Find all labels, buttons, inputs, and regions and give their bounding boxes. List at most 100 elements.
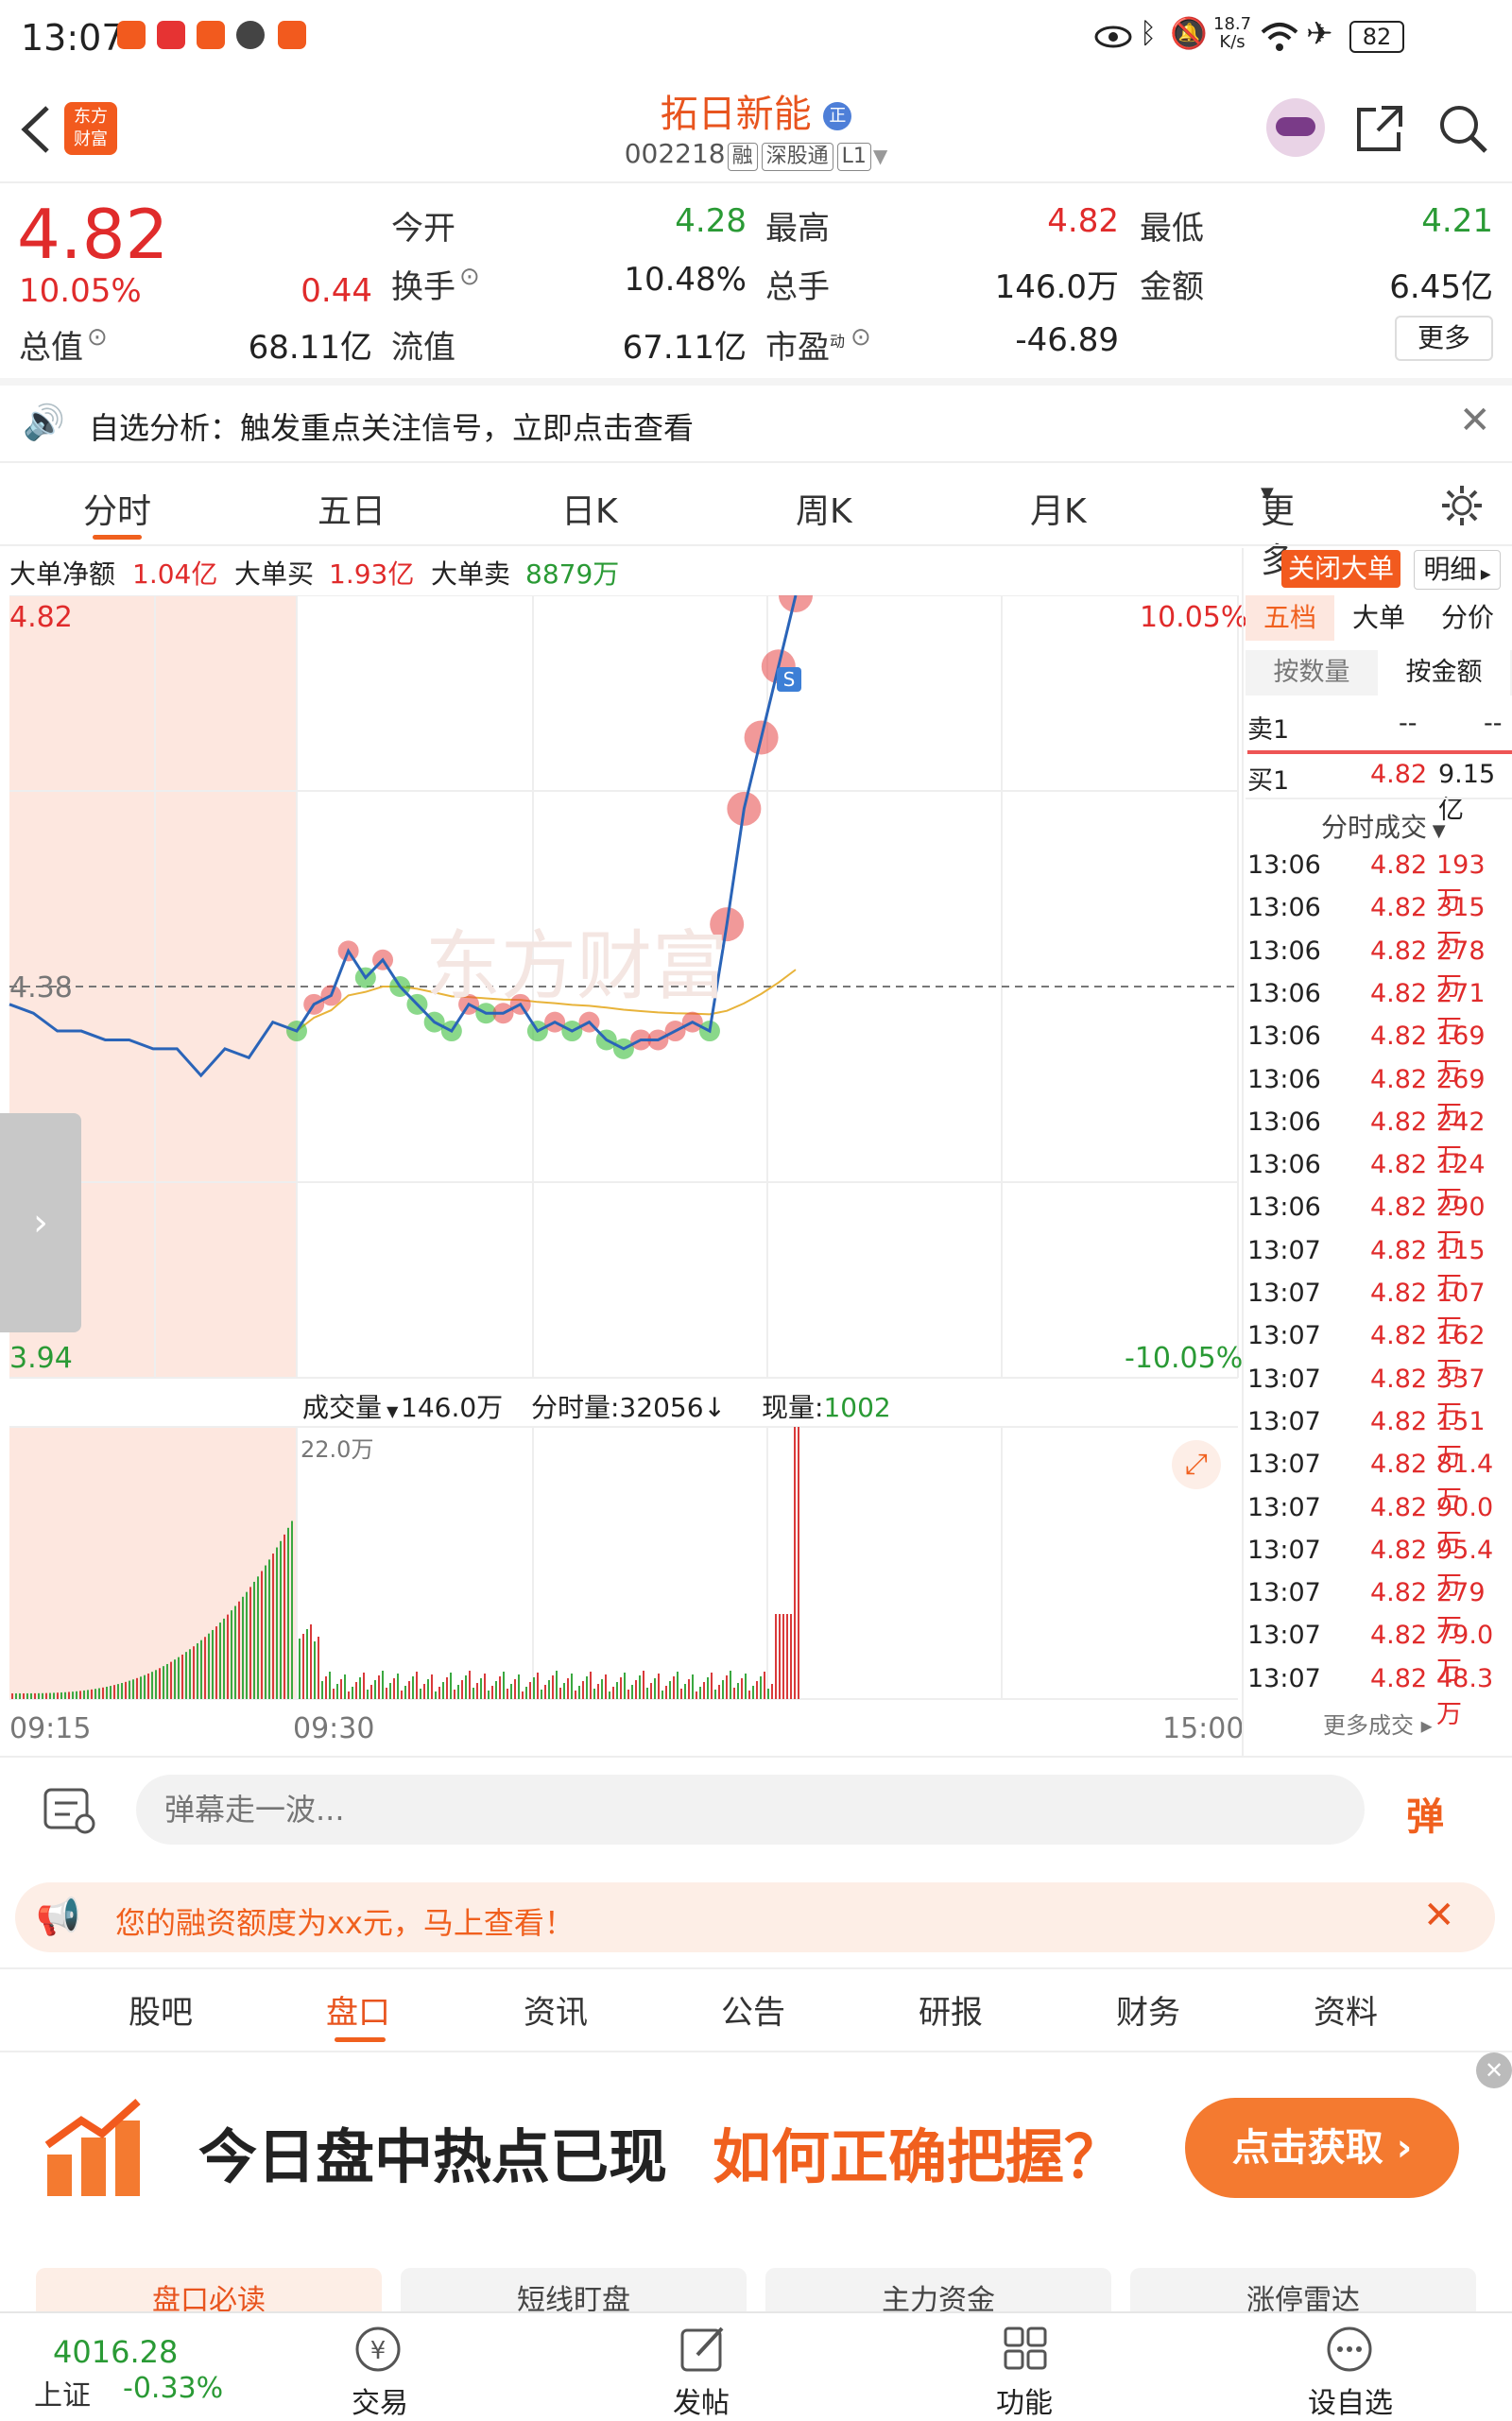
- trade-row: 13:06 4.82 290万: [1247, 1193, 1506, 1258]
- tab-daily-k[interactable]: 日K: [561, 484, 618, 533]
- ad-headline-highlight: 如何正确把握？: [713, 2122, 1124, 2191]
- volume-selector[interactable]: 成交量 ▼: [302, 1387, 398, 1425]
- volume-bar: [711, 1673, 713, 1699]
- volume-bar: [106, 1686, 108, 1699]
- info-icon[interactable]: ⊙: [87, 323, 108, 352]
- volume-bar: [208, 1633, 210, 1699]
- trade-row: 13:06 4.82 124万: [1247, 1150, 1506, 1215]
- intraday-chart[interactable]: 东方财富 4.82 4.38 3.94 10.05% -10.05% S › 成…: [0, 595, 1247, 1758]
- stock-code: 002218: [624, 138, 726, 169]
- tab-announcements[interactable]: 公告: [721, 1986, 785, 2033]
- volume-bar: [287, 1527, 289, 1699]
- app-notification-icon: [197, 21, 225, 49]
- tab-by-quantity[interactable]: 按数量: [1246, 650, 1378, 695]
- volume-bar: [684, 1684, 686, 1699]
- fullscreen-icon[interactable]: ⤢: [1172, 1440, 1221, 1489]
- search-icon[interactable]: [1436, 102, 1489, 155]
- y-axis-mid: 4.38: [9, 971, 73, 1004]
- battery-icon: 82: [1349, 21, 1404, 53]
- nav-functions[interactable]: 功能: [996, 2379, 1053, 2421]
- volume-bar: [654, 1678, 656, 1699]
- notice-bar[interactable]: 🔊 自选分析：触发重点关注信号，立即点击查看 ✕: [0, 386, 1512, 461]
- trade-row: 13:07 4.82 279万: [1247, 1578, 1506, 1643]
- volume-bar: [544, 1685, 546, 1699]
- volume-bar: [669, 1681, 671, 1699]
- tab-big-order[interactable]: 大单: [1334, 595, 1423, 641]
- eye-icon: [1094, 26, 1132, 48]
- tab-guba[interactable]: 股吧: [129, 1986, 193, 2033]
- tab-research[interactable]: 研报: [919, 1986, 983, 2033]
- open-label: 今开: [391, 210, 455, 248]
- nav-add-watchlist[interactable]: 设自选: [1308, 2379, 1393, 2421]
- settings-gear-icon[interactable]: [1440, 484, 1484, 527]
- volume-bar: [507, 1689, 508, 1699]
- volume-bar: [170, 1661, 172, 1699]
- volume-bar: [412, 1676, 414, 1699]
- info-icon[interactable]: ⊙: [850, 323, 871, 352]
- more-trades-link[interactable]: 更多成交 ▸: [1323, 1707, 1433, 1740]
- volume-bar: [42, 1692, 43, 1699]
- tab-profile[interactable]: 资料: [1314, 1986, 1378, 2033]
- tab-order-book[interactable]: 盘口: [326, 1986, 390, 2033]
- volume-bar: [60, 1692, 62, 1699]
- volume-bar: [484, 1674, 486, 1699]
- volume-bar: [64, 1691, 66, 1699]
- get-now-button[interactable]: 点击获取 ›: [1185, 2098, 1459, 2198]
- volume-bar: [102, 1687, 104, 1699]
- share-icon[interactable]: [1353, 102, 1406, 155]
- volume-bar: [764, 1672, 765, 1699]
- volume-bar: [38, 1692, 40, 1699]
- sell-marker-icon[interactable]: S: [777, 667, 801, 692]
- tab-intraday[interactable]: 分时: [83, 484, 151, 533]
- volume-bar: [503, 1672, 505, 1699]
- close-ad-icon[interactable]: ✕: [1476, 2052, 1512, 2088]
- volume-bar: [707, 1677, 709, 1699]
- assistant-avatar[interactable]: [1266, 98, 1325, 157]
- tab-finance[interactable]: 财务: [1116, 1986, 1180, 2033]
- trade-time: 13:06: [1247, 1193, 1321, 1223]
- volume-bar: [593, 1689, 595, 1699]
- tab-five-level[interactable]: 五档: [1246, 595, 1334, 641]
- volume-bar: [359, 1677, 361, 1699]
- comment-input[interactable]: [136, 1775, 1365, 1845]
- dropdown-icon[interactable]: ▼: [873, 145, 887, 167]
- expand-side-handle[interactable]: ›: [0, 1113, 81, 1332]
- close-icon[interactable]: ✕: [1423, 1894, 1455, 1937]
- tab-price-dist[interactable]: 分价: [1423, 595, 1512, 641]
- volume-bar: [423, 1684, 425, 1699]
- volume-bar: [627, 1690, 629, 1699]
- level-tag: L1: [836, 143, 871, 171]
- tab-five-day[interactable]: 五日: [318, 484, 386, 533]
- functions-grid-icon[interactable]: [1000, 2323, 1053, 2376]
- volume-bar: [219, 1623, 221, 1699]
- last-price: 4.82: [17, 195, 169, 274]
- send-danmaku-button[interactable]: 弹: [1406, 1786, 1444, 1841]
- close-icon[interactable]: ✕: [1459, 399, 1491, 442]
- volume-bar: [242, 1596, 244, 1699]
- add-watchlist-icon[interactable]: [1323, 2323, 1376, 2376]
- info-icon[interactable]: ⊙: [459, 263, 480, 291]
- finance-banner[interactable]: 📢 您的融资额度为xx元，马上查看！ ✕: [15, 1882, 1495, 1952]
- tab-monthly-k[interactable]: 月K: [1030, 484, 1087, 533]
- tab-news[interactable]: 资讯: [524, 1986, 588, 2033]
- trade-icon[interactable]: ¥: [352, 2323, 404, 2376]
- nav-trade[interactable]: 交易: [352, 2379, 408, 2421]
- index-value[interactable]: 4016.28: [53, 2334, 178, 2370]
- volume-bar: [510, 1684, 512, 1699]
- trade-row: 13:07 4.82 90.0万: [1247, 1493, 1506, 1558]
- margin-tag: 融: [727, 143, 758, 171]
- ad-banner[interactable]: 今日盘中热点已现 如何正确把握？ 点击获取 › ✕: [0, 2052, 1512, 2260]
- nav-post[interactable]: 发帖: [673, 2379, 730, 2421]
- more-button[interactable]: 更多: [1395, 316, 1493, 361]
- trade-price: 4.82: [1370, 1150, 1428, 1180]
- volume-bar: [688, 1679, 690, 1699]
- volume-bar: [612, 1687, 614, 1699]
- volume-bar: [733, 1688, 735, 1699]
- trade-price: 4.82: [1370, 1107, 1428, 1137]
- trade-row: 13:07 4.82 48.3万: [1247, 1664, 1506, 1729]
- danmaku-toggle-icon[interactable]: [42, 1786, 98, 1837]
- tab-by-amount[interactable]: 按金额: [1378, 650, 1510, 695]
- volume-bar: [760, 1676, 762, 1699]
- compose-post-icon[interactable]: [677, 2323, 730, 2376]
- tab-weekly-k[interactable]: 周K: [796, 484, 852, 533]
